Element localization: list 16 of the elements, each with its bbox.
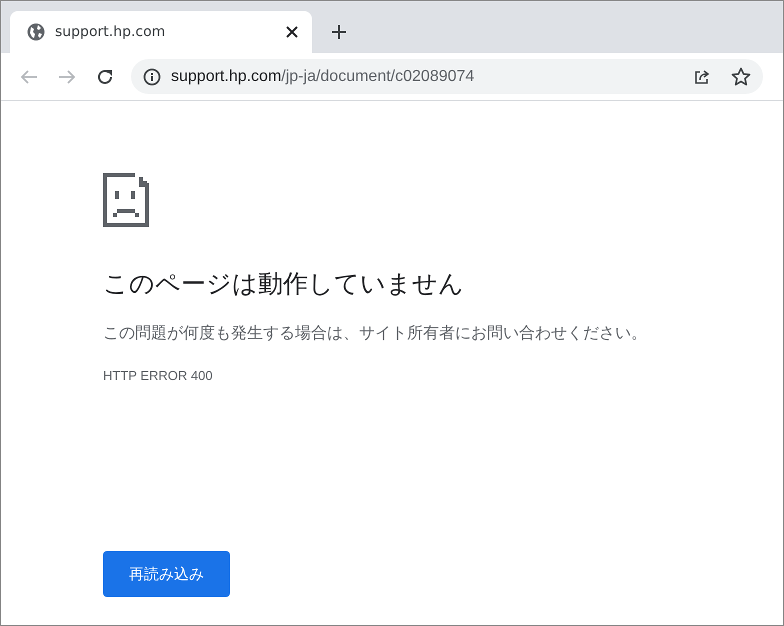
share-icon[interactable] [693,68,711,86]
browser-tab[interactable]: support.hp.com [10,11,312,53]
globe-icon [27,23,45,41]
address-bar[interactable]: support.hp.com/jp-ja/document/c02089074 [131,59,763,94]
reload-button[interactable]: 再読み込み [103,551,230,597]
new-tab-icon[interactable] [332,25,346,39]
url-text: support.hp.com/jp-ja/document/c02089074 [171,68,476,86]
sad-page-icon [103,173,149,227]
error-heading: このページは動作していません [103,268,464,300]
close-icon[interactable] [286,26,298,38]
info-icon[interactable] [143,68,161,86]
error-code: HTTP ERROR 400 [103,368,213,383]
reload-icon[interactable] [96,68,114,86]
error-message: この問題が何度も発生する場合は、サイト所有者にお問い合わせください。 [103,323,647,344]
star-icon[interactable] [731,66,751,86]
tab-title: support.hp.com [55,24,166,40]
